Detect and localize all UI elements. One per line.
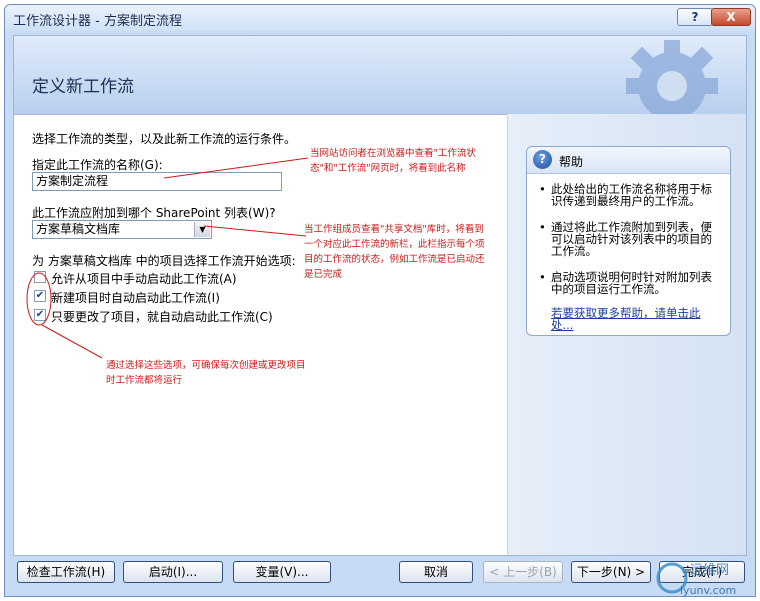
title-bar: 工作流设计器 - 方案制定流程 ? X	[5, 5, 755, 31]
annotation-list-line: 是已完成	[304, 269, 343, 280]
start-on-change-checkbox[interactable]: ✔	[34, 309, 46, 321]
more-help-link[interactable]: 若要获取更多帮助，请单击此处...	[551, 307, 721, 331]
workflow-designer-window: 工作流设计器 - 方案制定流程 ? X 定义新工作流 选择工作流的类型，以及此新…	[4, 4, 756, 597]
help-panel: ? 帮助 此处给出的工作流名称将用于标识传递到最终用户的工作流。 通过将此工作流…	[526, 146, 731, 336]
cancel-button[interactable]: 取消	[399, 561, 473, 583]
help-bullet-3: 启动选项说明何时针对附加列表中的项目运行工作流。	[537, 271, 723, 295]
close-button[interactable]: X	[711, 8, 751, 26]
annotation-list-line: 当工作组成员查看"共享文档"库时，将看到	[304, 224, 484, 235]
annotation-list-line: 目的工作流的状态，例如工作流是已启动还	[304, 254, 485, 265]
page-title: 定义新工作流	[32, 77, 134, 97]
next-button[interactable]: 下一步(N) >	[571, 561, 651, 583]
question-icon: ?	[533, 150, 552, 169]
start-on-change-label: 只要更改了项目，就自动启动此工作流(C)	[51, 310, 273, 324]
list-select[interactable]: 方案草稿文档库 ▼	[32, 220, 212, 239]
back-button[interactable]: < 上一步(B)	[483, 561, 563, 583]
variables-button[interactable]: 变量(V)...	[233, 561, 331, 583]
watermark-text-cn: 运维网	[690, 563, 729, 578]
annotation-options-line: 时工作流都将运行	[106, 375, 183, 386]
annotation-list-line: 一个对应此工作流的新栏，此栏指示每个项	[304, 239, 485, 250]
start-options-label: 为 方案草稿文档库 中的项目选择工作流开始选项:	[32, 254, 296, 268]
dialog-client-area: 定义新工作流 选择工作流的类型，以及此新工作流的运行条件。 指定此工作流的名称(…	[13, 35, 747, 556]
window-title: 工作流设计器 - 方案制定流程	[13, 14, 182, 29]
gear-icon	[626, 40, 718, 118]
manual-start-label: 允许从项目中手动启动此工作流(A)	[51, 272, 237, 286]
intro-text: 选择工作流的类型，以及此新工作流的运行条件。	[32, 132, 297, 146]
help-button[interactable]: ?	[677, 8, 713, 26]
start-on-create-checkbox[interactable]: ✔	[34, 290, 46, 302]
help-title: 帮助	[559, 155, 584, 169]
banner: 定义新工作流	[14, 36, 746, 118]
watermark-logo: 运维网 iyunv.com	[656, 562, 736, 597]
annotation-name: 当网站访问者在浏览器中查看"工作流状 态"和"工作流"网页时，将看到此名称	[310, 146, 476, 176]
check-workflow-button[interactable]: 检查工作流(H)	[17, 561, 115, 583]
workflow-name-label: 指定此工作流的名称(G):	[32, 158, 163, 172]
workflow-name-input[interactable]: 方案制定流程	[32, 172, 282, 191]
start-button[interactable]: 启动(I)...	[123, 561, 223, 583]
watermark-text: iyunv.com	[680, 584, 736, 597]
help-bullet-2: 通过将此工作流附加到列表，便可以启动针对该列表中的项目的工作流。	[537, 221, 723, 257]
annotation-options-line: 通过选择这些选项，可确保每次创建或更改项目	[106, 360, 306, 371]
annotation-name-line: 态"和"工作流"网页时，将看到此名称	[310, 163, 466, 174]
list-label: 此工作流应附加到哪个 SharePoint 列表(W)?	[32, 206, 276, 220]
button-bar: 检查工作流(H) 启动(I)... 变量(V)... 取消 < 上一步(B) 下…	[5, 557, 755, 596]
help-panel-header: ? 帮助	[527, 147, 730, 174]
chevron-down-icon[interactable]: ▼	[194, 222, 210, 237]
help-bullet-1: 此处给出的工作流名称将用于标识传递到最终用户的工作流。	[537, 183, 723, 207]
annotation-list: 当工作组成员查看"共享文档"库时，将看到 一个对应此工作流的新栏，此栏指示每个项…	[304, 222, 485, 282]
list-select-value: 方案草稿文档库	[36, 222, 121, 236]
annotation-name-line: 当网站访问者在浏览器中查看"工作流状	[310, 148, 476, 159]
annotation-options: 通过选择这些选项，可确保每次创建或更改项目 时工作流都将运行	[106, 358, 306, 388]
start-on-create-label: 新建项目时自动启动此工作流(I)	[51, 291, 220, 305]
manual-start-checkbox[interactable]	[34, 271, 46, 283]
